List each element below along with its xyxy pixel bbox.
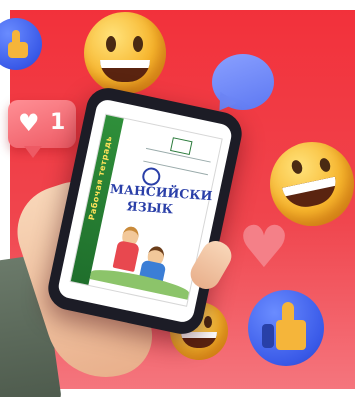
frame-border-top [0, 0, 355, 10]
heart-icon: ♥ [18, 109, 40, 137]
thumbs-up-icon [0, 18, 42, 70]
cover-title: МАНСИЙСКИ ЯЗЫК [108, 181, 213, 219]
thumbs-up-icon [248, 290, 324, 366]
heart-icon: ♥ [238, 213, 290, 281]
publisher-logo [170, 137, 193, 156]
promo-scene: ♥ 1 ♥ Рабочая тетрадь МАНСИЙСКИ ЯЗЫК [0, 0, 355, 397]
phone-screen: Рабочая тетрадь МАНСИЙСКИ ЯЗЫК [56, 97, 234, 325]
like-card-tail [24, 146, 42, 158]
like-count: 1 [50, 110, 66, 135]
laughing-emoji-icon [84, 12, 166, 94]
like-notification-card: ♥ 1 [8, 100, 76, 148]
